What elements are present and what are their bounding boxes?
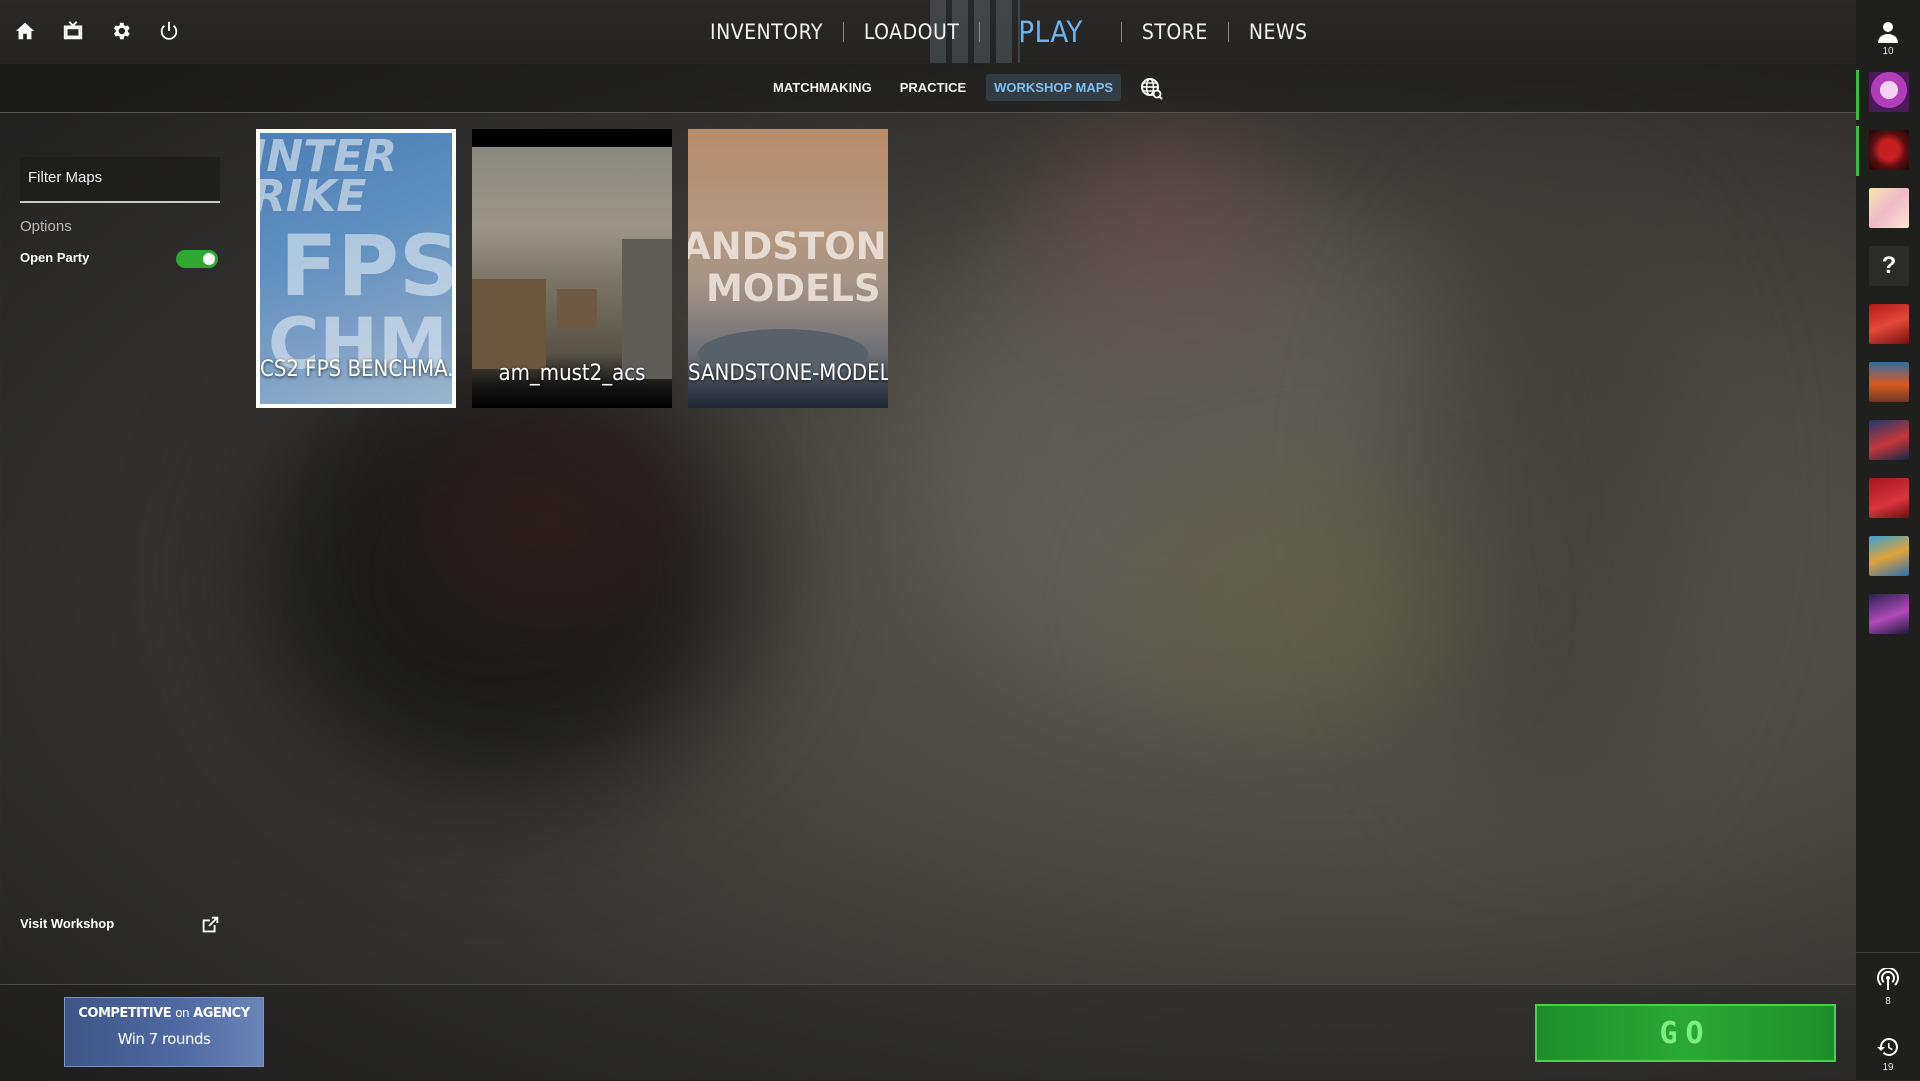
open-party-label: Open Party [20,250,90,265]
top-icon-group [12,18,182,44]
friend-avatar-red-character[interactable] [1869,304,1909,344]
mission-mode: COMPETITIVE [78,1006,172,1021]
history-clock-icon[interactable] [1876,1035,1900,1059]
map-art-text: FPS [280,217,456,315]
mission-on: on [175,1006,190,1020]
options-heading: Options [20,218,72,235]
friend-avatar-skull[interactable] [1869,72,1909,112]
map-card-sandstone-models[interactable]: ANDSTON MODELS SANDSTONE-MODEL... [688,129,888,408]
rail-divider [1856,952,1920,953]
visit-workshop-link[interactable]: Visit Workshop [20,916,114,931]
subtab-workshop-maps[interactable]: WORKSHOP MAPS [986,74,1122,101]
map-art-text: ANDSTON [688,225,887,268]
mission-map: AGENCY [193,1006,250,1021]
friend-avatar-unknown[interactable]: ? [1869,246,1909,286]
map-art-text: RIKE [256,171,367,222]
map-crate [472,279,546,369]
mission-objective: Win 7 rounds [117,1030,211,1048]
friend-avatar-red-logo[interactable] [1869,478,1909,518]
friend-avatar-anime[interactable] [1869,188,1909,228]
tab-inventory[interactable]: INVENTORY [690,20,843,44]
broadcast-icon[interactable] [1876,968,1900,992]
external-link-icon[interactable] [199,914,221,936]
online-indicator [1856,126,1859,176]
power-icon[interactable] [156,18,182,44]
mission-title: COMPETITIVE on AGENCY [65,1006,263,1021]
toggle-knob [203,253,215,265]
go-button[interactable]: GO [1535,1004,1836,1062]
tab-play[interactable]: PLAY [980,15,1120,49]
tab-news[interactable]: NEWS [1229,20,1328,44]
broadcast-count: 8 [1885,996,1891,1007]
friend-avatar-car[interactable] [1869,362,1909,402]
map-wall [622,239,672,379]
friend-avatar-cartoon[interactable] [1869,536,1909,576]
background-blur [420,420,680,620]
online-indicator [1856,70,1859,120]
map-art-text: MODELS [706,267,881,310]
tab-store[interactable]: STORE [1122,20,1228,44]
mission-card[interactable]: COMPETITIVE on AGENCY Win 7 rounds [64,997,264,1067]
subtab-matchmaking[interactable]: MATCHMAKING [765,74,880,101]
background-blur [1400,200,1700,800]
friends-user-icon[interactable] [1876,20,1900,44]
top-navigation-bar: INVENTORY LOADOUT PLAY STORE NEWS [0,0,1856,64]
background-blur [1150,500,1470,700]
filter-maps-input[interactable]: Filter Maps [20,157,220,203]
main-tabs: INVENTORY LOADOUT PLAY STORE NEWS [690,0,1328,63]
friends-count: 10 [1882,46,1894,57]
home-icon[interactable] [12,18,38,44]
map-title: am_must2_acs [498,361,646,386]
background-blur [1050,130,1270,310]
sub-tabs: MATCHMAKING PRACTICE WORKSHOP MAPS [765,74,1163,101]
subtab-practice[interactable]: PRACTICE [892,74,974,101]
map-title: SANDSTONE-MODEL... [688,361,888,386]
history-count: 19 [1882,1062,1894,1073]
sub-navigation-bar: MATCHMAKING PRACTICE WORKSHOP MAPS [0,63,1856,113]
friend-avatar-red-demon[interactable] [1869,130,1909,170]
friend-avatar-purple[interactable] [1869,594,1909,634]
tv-icon[interactable] [60,18,86,44]
open-party-toggle[interactable] [176,250,218,268]
settings-gear-icon[interactable] [108,18,134,44]
globe-search-icon[interactable] [1139,76,1163,100]
tab-loadout[interactable]: LOADOUT [844,20,979,44]
map-card-am-must2-acs[interactable]: am_must2_acs [472,129,672,408]
friend-avatar-blue-character[interactable] [1869,420,1909,460]
map-crate [557,289,597,329]
map-card-cs2-fps-benchmark[interactable]: INTER RIKE FPS CHM CS2 FPS BENCHMA... [256,129,456,408]
friends-rail: 10 ? 8 19 [1856,0,1920,1080]
map-title: CS2 FPS BENCHMA... [260,357,456,382]
